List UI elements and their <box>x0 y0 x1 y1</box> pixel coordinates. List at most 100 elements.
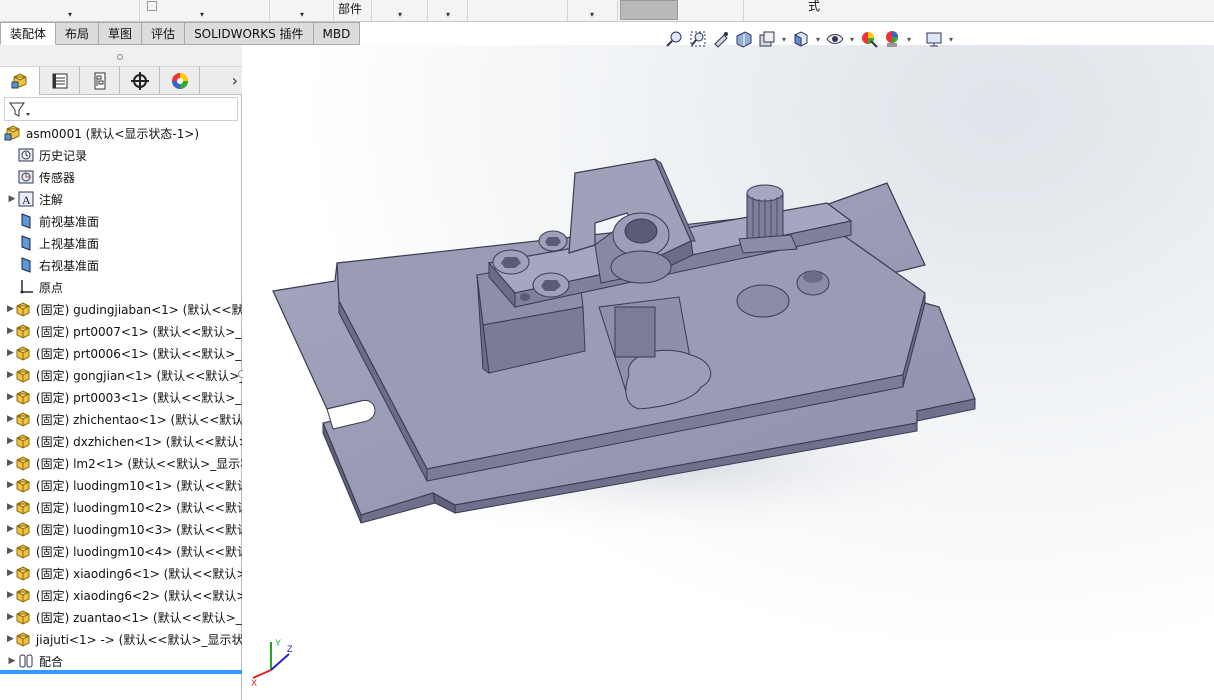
tree-item[interactable]: 传感器 <box>0 166 242 188</box>
strip-cell-3[interactable]: ▾ <box>270 0 334 21</box>
view-settings-icon[interactable] <box>923 28 945 50</box>
expand-arrow-icon[interactable]: ▶ <box>7 458 14 468</box>
display-mode-button[interactable]: 式 <box>744 0 884 21</box>
checkbox-icon[interactable] <box>147 1 157 11</box>
expand-arrow-icon[interactable]: ▶ <box>7 612 14 622</box>
tree-item[interactable]: ▶ (固定) gongjian<1> (默认<<默认>_显示状态 1>) <box>0 364 242 386</box>
property-manager-icon[interactable] <box>40 67 80 95</box>
expand-arrow-icon[interactable]: ▶ <box>7 546 14 556</box>
tab-assembly[interactable]: 装配体 <box>0 22 57 45</box>
chevron-down-icon[interactable]: ▾ <box>779 35 789 44</box>
command-tabs: 装配体 布局 草图 评估 SOLIDWORKS 插件 MBD <box>0 22 394 45</box>
expand-arrow-icon[interactable]: ▶ <box>7 194 17 204</box>
dynamic-annotation-icon[interactable] <box>756 28 778 50</box>
expand-arrow-icon[interactable]: ▶ <box>7 326 14 336</box>
tree-item[interactable]: ▶ 配合 <box>0 650 242 672</box>
chevron-down-icon[interactable]: ▾ <box>946 35 956 44</box>
tree-item[interactable]: ▶ (固定) lm2<1> (默认<<默认>_显示状态 1>) <box>0 452 242 474</box>
tab-sketch[interactable]: 草图 <box>99 22 143 45</box>
manager-tabs: › <box>0 67 242 95</box>
tree-item[interactable]: ▶ (固定) prt0003<1> (默认<<默认>_显示状态 1>) <box>0 386 242 408</box>
tab-layout[interactable]: 布局 <box>56 22 100 45</box>
tab-solidworks-addins[interactable]: SOLIDWORKS 插件 <box>185 22 314 45</box>
zoom-to-fit-icon[interactable] <box>664 28 686 50</box>
strip-cell-8[interactable]: ▾ <box>568 0 618 21</box>
tree-root[interactable]: asm0001 (默认<显示状态-1>) <box>0 122 242 144</box>
strip-cell-7[interactable] <box>468 0 568 21</box>
heads-up-toolbar: ▾ ▾ ▾ ▾ ▾ <box>664 27 956 51</box>
view-orientation-icon[interactable] <box>790 28 812 50</box>
part-icon <box>16 478 30 493</box>
part-icon <box>16 346 30 361</box>
chevron-down-icon[interactable]: ▾ <box>847 35 857 44</box>
tree-item[interactable]: ▶ (固定) prt0006<1> (默认<<默认>_显示状态 1>) <box>0 342 242 364</box>
part-button[interactable]: 部件 <box>334 0 372 21</box>
tree-filter[interactable] <box>4 97 238 121</box>
tree-item[interactable]: 上视基准面 <box>0 232 242 254</box>
tree-item[interactable]: ▶ (固定) luodingm10<3> (默认<<默认>_显示状态 1>) <box>0 518 242 540</box>
grip-handle-icon[interactable] <box>117 54 123 60</box>
tree-item[interactable]: ▶ (固定) zhichentao<1> (默认<<默认>_显示状态 1>) <box>0 408 242 430</box>
tab-evaluate[interactable]: 评估 <box>142 22 186 45</box>
section-view-icon[interactable] <box>733 28 755 50</box>
expand-arrow-icon[interactable]: ▶ <box>7 656 17 666</box>
expand-arrow-icon[interactable]: ▶ <box>7 392 14 402</box>
tree-item[interactable]: ▶ (固定) gudingjiaban<1> (默认<<默认>_显示状态 1>) <box>0 298 242 320</box>
chevron-right-icon[interactable]: › <box>232 71 238 90</box>
previous-view-icon[interactable] <box>710 28 732 50</box>
command-manager-strip: ▾ ▾ ▾ 部件 ▾ ▾ ▾ 式 <box>0 0 1214 22</box>
filter-icon[interactable] <box>9 101 31 119</box>
hide-show-icon[interactable] <box>824 28 846 50</box>
strip-cell-2[interactable]: ▾ <box>140 0 270 21</box>
zoom-to-area-icon[interactable] <box>687 28 709 50</box>
chevron-down-icon[interactable]: ▾ <box>904 35 914 44</box>
expand-arrow-icon[interactable]: ▶ <box>7 436 14 446</box>
configuration-manager-icon[interactable] <box>80 67 120 95</box>
tree-item[interactable]: 右视基准面 <box>0 254 242 276</box>
tree-item[interactable]: ▶ (固定) luodingm10<1> (默认<<默认>_显示状态 1>) <box>0 474 242 496</box>
graphics-viewport[interactable]: Y X Z <box>243 45 1214 700</box>
tree-item[interactable]: 前视基准面 <box>0 210 242 232</box>
display-manager-icon[interactable] <box>160 67 200 95</box>
tree-item[interactable]: 原点 <box>0 276 242 298</box>
panel-scroll-indicator[interactable] <box>0 670 242 674</box>
tree-item[interactable]: ▶ jiajuti<1> -> (默认<<默认>_显示状态 1>) <box>0 628 242 650</box>
expand-arrow-icon[interactable]: ▶ <box>7 480 14 490</box>
apply-scene-icon[interactable] <box>881 28 903 50</box>
expand-arrow-icon[interactable]: ▶ <box>7 370 14 380</box>
tree-item-label: 历史记录 <box>39 148 88 163</box>
feature-manager-icon[interactable] <box>0 67 40 95</box>
strip-cell-6[interactable]: ▾ <box>428 0 468 21</box>
edit-appearance-icon[interactable] <box>858 28 880 50</box>
tree-item[interactable]: ▶ (固定) xiaoding6<1> (默认<<默认>_显示状态 1>) <box>0 562 242 584</box>
selected-command-button[interactable] <box>620 0 678 20</box>
tree-item[interactable]: ▶ (固定) zuantao<1> (默认<<默认>_显示状态 1>) <box>0 606 242 628</box>
tree-item[interactable]: ▶ (固定) luodingm10<2> (默认<<默认>_显示状态 1>) <box>0 496 242 518</box>
expand-arrow-icon[interactable]: ▶ <box>7 524 14 534</box>
tree-item[interactable]: ▶ (固定) prt0007<1> (默认<<默认>_显示状态 1>) <box>0 320 242 342</box>
expand-arrow-icon[interactable]: ▶ <box>7 634 14 644</box>
expand-arrow-icon[interactable]: ▶ <box>7 568 14 578</box>
panel-grip[interactable] <box>0 45 242 67</box>
expand-arrow-icon[interactable]: ▶ <box>7 348 14 358</box>
chevron-down-icon[interactable]: ▾ <box>813 35 823 44</box>
tree-item[interactable]: ▶ (固定) xiaoding6<2> (默认<<默认>_显示状态 1>) <box>0 584 242 606</box>
expand-arrow-icon[interactable]: ▶ <box>7 590 14 600</box>
tree-item[interactable]: 历史记录 <box>0 144 242 166</box>
assembly-model[interactable] <box>243 45 1214 700</box>
dimxpert-manager-icon[interactable] <box>120 67 160 95</box>
tab-mbd[interactable]: MBD <box>313 22 361 45</box>
expand-arrow-icon[interactable]: ▶ <box>7 502 14 512</box>
tree-item-label: 右视基准面 <box>39 258 100 273</box>
tree-item-label: jiajuti<1> -> (默认<<默认>_显示状态 1>) <box>35 632 242 647</box>
part-icon <box>16 522 30 537</box>
expand-arrow-icon[interactable]: ▶ <box>7 304 14 314</box>
strip-cell-5[interactable]: ▾ <box>372 0 428 21</box>
strip-cell-9[interactable] <box>678 0 744 21</box>
tree-item[interactable]: ▶ (固定) dxzhichen<1> (默认<<默认>_显示状态 1>) <box>0 430 242 452</box>
strip-cell-1[interactable]: ▾ <box>0 0 140 21</box>
tree-item[interactable]: ▶ A 注解 <box>0 188 242 210</box>
expand-arrow-icon[interactable]: ▶ <box>7 414 14 424</box>
drill-bushing[interactable] <box>610 212 672 284</box>
tree-item[interactable]: ▶ (固定) luodingm10<4> (默认<<默认>_显示状态 1>) <box>0 540 242 562</box>
